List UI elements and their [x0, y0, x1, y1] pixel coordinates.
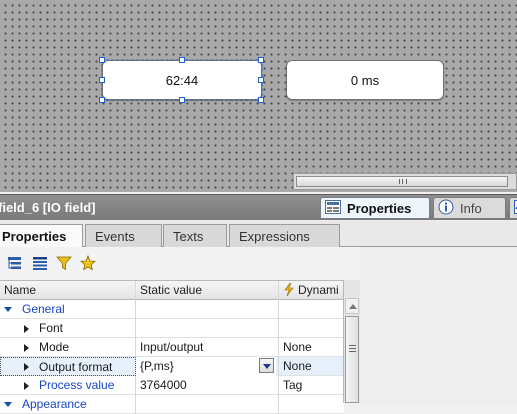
favorites-icon[interactable]	[79, 254, 97, 272]
io-field-ms-value: 0 ms	[351, 73, 379, 88]
table-row[interactable]: Font	[0, 319, 344, 338]
row-name-cell: General	[0, 300, 136, 319]
scrollbar-grip-icon	[399, 179, 407, 184]
info-icon	[438, 199, 454, 218]
row-static-cell	[136, 395, 279, 414]
tab-info-label: Info	[460, 201, 482, 216]
collapse-arrow-icon[interactable]	[4, 307, 12, 312]
row-static-cell	[136, 300, 279, 319]
resize-handle-bottom-right[interactable]	[258, 97, 264, 103]
list-view-icon[interactable]	[31, 254, 49, 272]
row-name-cell: Font	[0, 319, 136, 338]
tab-properties-inspector[interactable]: Properties	[320, 197, 430, 219]
grid-vertical-scrollbar[interactable]	[343, 280, 360, 403]
row-name-label: Appearance	[22, 397, 87, 411]
row-name-label: Font	[39, 321, 63, 335]
row-name-label: Output format	[39, 360, 112, 374]
row-dynamic-cell[interactable]: Tag	[279, 376, 344, 395]
inspector-title-bar: field_6 [IO field] Properties Info	[0, 194, 517, 220]
subtab-events-label: Events	[95, 229, 135, 244]
table-row-selected[interactable]: Output format {P,ms} None	[0, 357, 344, 376]
subtab-expressions[interactable]: Expressions	[229, 224, 340, 247]
resize-handle-bottom-left[interactable]	[99, 97, 105, 103]
combobox-field[interactable]: {P,ms}	[136, 357, 276, 376]
scrollbar-thumb[interactable]	[296, 176, 508, 187]
scrollbar-grip-icon	[349, 345, 356, 352]
subtab-texts[interactable]: Texts	[163, 224, 227, 247]
resize-handle-left[interactable]	[99, 77, 105, 83]
row-name-label: General	[22, 302, 65, 316]
expand-arrow-icon[interactable]	[24, 363, 29, 371]
tab-diagnostics[interactable]	[509, 197, 517, 219]
column-header-static-value[interactable]: Static value	[136, 281, 279, 300]
scrollbar-thumb[interactable]	[345, 316, 359, 403]
inspector-empty-area	[360, 247, 517, 403]
row-dynamic-cell[interactable]: None	[279, 357, 344, 376]
combobox-value: {P,ms}	[136, 359, 174, 373]
subtab-events[interactable]: Events	[85, 224, 162, 247]
row-name-cell: Appearance	[0, 395, 136, 414]
properties-icon	[325, 200, 341, 217]
row-name-cell: Output format	[0, 357, 136, 376]
lightning-icon	[283, 283, 295, 300]
io-field-value: 62:44	[166, 73, 199, 88]
properties-toolbar	[0, 247, 360, 278]
subtab-expressions-label: Expressions	[239, 229, 310, 244]
row-name-cell: Process value	[0, 376, 136, 395]
row-static-cell[interactable]: 3764000	[136, 376, 279, 395]
io-field-selected[interactable]: 62:44	[102, 60, 262, 100]
tab-info[interactable]: Info	[433, 197, 506, 219]
expand-arrow-icon[interactable]	[24, 344, 29, 352]
row-static-cell[interactable]: Input/output	[136, 338, 279, 357]
table-row[interactable]: Appearance	[0, 395, 344, 414]
column-header-dynamic[interactable]: Dynami	[279, 281, 344, 300]
tab-properties-label: Properties	[347, 201, 411, 216]
filter-icon[interactable]	[55, 254, 73, 272]
row-name-cell: Mode	[0, 338, 136, 357]
expand-arrow-icon[interactable]	[24, 325, 29, 333]
resize-handle-top-left[interactable]	[99, 57, 105, 63]
subtab-properties-label: Properties	[2, 229, 66, 244]
chevron-down-icon[interactable]	[259, 358, 274, 373]
row-dynamic-cell[interactable]: None	[279, 338, 344, 357]
subtab-texts-label: Texts	[173, 229, 203, 244]
subtab-properties[interactable]: Properties	[0, 224, 83, 248]
expand-arrow-icon[interactable]	[24, 382, 29, 390]
row-name-label: Mode	[39, 340, 69, 354]
row-dynamic-cell	[279, 319, 344, 338]
inspector-sub-tabs: Properties Events Texts Expressions	[0, 221, 517, 247]
resize-handle-bottom[interactable]	[179, 97, 185, 103]
row-static-cell	[136, 319, 279, 338]
table-row[interactable]: Mode Input/output None	[0, 338, 344, 357]
resize-handle-top[interactable]	[179, 57, 185, 63]
screen-canvas[interactable]: 62:44 0 ms	[0, 0, 517, 192]
resize-handle-top-right[interactable]	[258, 57, 264, 63]
row-dynamic-cell	[279, 300, 344, 319]
table-row[interactable]: General	[0, 300, 344, 319]
output-format-combobox[interactable]: {P,ms}	[136, 357, 279, 376]
row-dynamic-cell	[279, 395, 344, 414]
properties-panel: Name Static value Dynami General Font	[0, 247, 517, 403]
inspector-title: field_6 [IO field]	[0, 200, 96, 215]
resize-handle-right[interactable]	[258, 77, 264, 83]
column-header-dynamic-label: Dynami	[298, 283, 339, 297]
column-header-name[interactable]: Name	[0, 281, 136, 300]
io-field-ms[interactable]: 0 ms	[286, 60, 444, 100]
canvas-horizontal-scrollbar[interactable]	[293, 173, 517, 190]
row-name-label: Process value	[39, 378, 114, 392]
scroll-up-icon[interactable]	[345, 298, 359, 314]
properties-grid: Name Static value Dynami General Font	[0, 280, 344, 414]
grid-header-row: Name Static value Dynami	[0, 281, 344, 300]
table-row[interactable]: Process value 3764000 Tag	[0, 376, 344, 395]
tree-view-icon[interactable]	[6, 254, 24, 272]
